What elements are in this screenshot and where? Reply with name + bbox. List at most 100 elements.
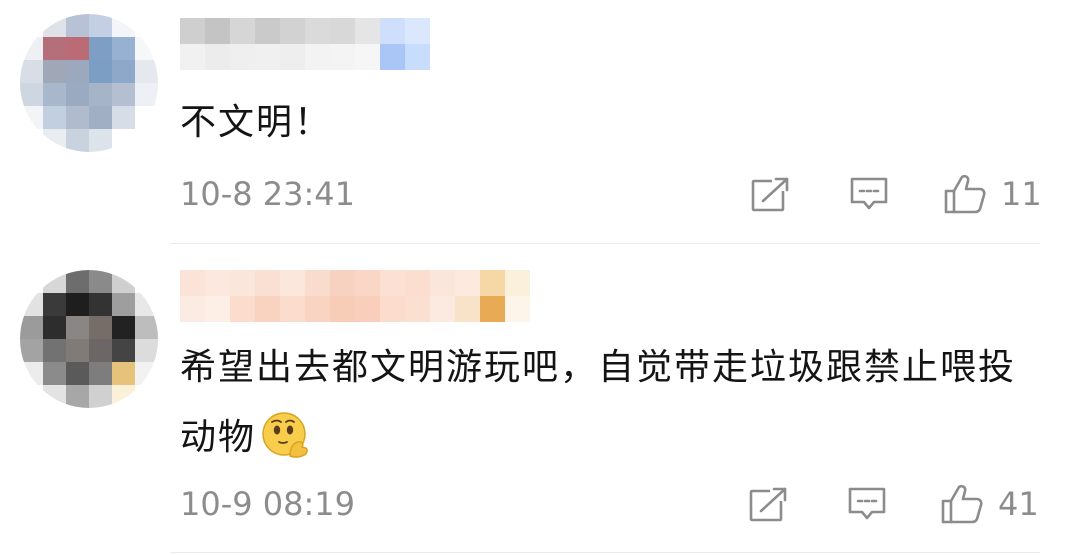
like-count: 11: [1001, 175, 1042, 213]
mosaic-pixel: [205, 44, 230, 70]
comment-meta-row: 10-9 08:19 41: [180, 484, 1039, 524]
mosaic-pixel: [505, 296, 530, 322]
like-count: 41: [998, 485, 1039, 523]
mosaic-pixel: [112, 270, 135, 293]
mosaic-pixel: [280, 18, 305, 44]
reply-icon: [850, 177, 888, 210]
mosaic-pixel: [455, 296, 480, 322]
mosaic-pixel: [112, 106, 135, 129]
mosaic-pixel: [330, 44, 355, 70]
comment-divider: [170, 552, 1040, 553]
mosaic-pixel: [135, 14, 158, 37]
mosaic-pixel: [20, 339, 43, 362]
mosaic-pixel: [66, 14, 89, 37]
mosaic-pixel: [66, 37, 89, 60]
mosaic-pixel: [135, 37, 158, 60]
mosaic-pixel: [89, 14, 112, 37]
comment-text: 希望出去都文明游玩吧，自觉带走垃圾跟禁止喂投动物: [180, 333, 1030, 473]
mosaic-pixel: [180, 44, 205, 70]
mosaic-pixel: [135, 362, 158, 385]
comment-timestamp: 10-9 08:19: [180, 485, 356, 523]
mosaic-pixel: [112, 129, 135, 152]
username-blurred[interactable]: [180, 18, 430, 70]
mosaic-pixel: [135, 385, 158, 408]
mosaic-pixel: [355, 44, 380, 70]
mosaic-pixel: [380, 296, 405, 322]
mosaic-pixel: [89, 37, 112, 60]
mosaic-pixel: [89, 60, 112, 83]
mosaic-pixel: [330, 18, 355, 44]
mosaic-pixel: [180, 296, 205, 322]
comment-timestamp: 10-8 23:41: [180, 175, 356, 213]
reply-button[interactable]: [847, 484, 887, 524]
comment-item: 不文明！ 10-8 23:41 11: [0, 0, 1080, 243]
mosaic-pixel: [230, 270, 255, 296]
mosaic-pixel: [405, 44, 430, 70]
username-blurred[interactable]: [180, 270, 530, 322]
thinking-face-emoji: [260, 410, 310, 460]
thumbs-up-icon: [941, 484, 983, 524]
mosaic-pixel: [180, 18, 205, 44]
mosaic-pixel: [20, 37, 43, 60]
mosaic-pixel: [89, 362, 112, 385]
mosaic-pixel: [505, 270, 530, 296]
share-button[interactable]: [748, 484, 790, 524]
mosaic-pixel: [43, 14, 66, 37]
mosaic-pixel: [43, 60, 66, 83]
mosaic-pixel: [89, 339, 112, 362]
mosaic-pixel: [43, 270, 66, 293]
mosaic-pixel: [112, 316, 135, 339]
mosaic-pixel: [66, 293, 89, 316]
share-button[interactable]: [750, 174, 792, 214]
mosaic-pixel: [230, 18, 255, 44]
mosaic-pixel: [255, 18, 280, 44]
comment-meta-row: 10-8 23:41 11: [180, 174, 1042, 214]
mosaic-pixel: [135, 60, 158, 83]
mosaic-pixel: [280, 270, 305, 296]
mosaic-pixel: [66, 316, 89, 339]
mosaic-pixel: [66, 385, 89, 408]
mosaic-pixel: [20, 270, 43, 293]
mosaic-pixel: [355, 270, 380, 296]
mosaic-pixel: [135, 316, 158, 339]
reply-icon: [848, 487, 886, 520]
mosaic-pixel: [66, 129, 89, 152]
comment-divider: [170, 243, 1040, 244]
like-button[interactable]: 11: [943, 174, 1042, 214]
mosaic-pixel: [66, 60, 89, 83]
comment-text: 不文明！: [180, 88, 1030, 158]
avatar[interactable]: [20, 270, 158, 408]
mosaic-pixel: [135, 339, 158, 362]
like-button[interactable]: 41: [940, 484, 1039, 524]
mosaic-pixel: [20, 14, 43, 37]
mosaic-pixel: [66, 362, 89, 385]
mosaic-pixel: [480, 270, 505, 296]
mosaic-pixel: [380, 18, 405, 44]
reply-button[interactable]: [849, 174, 889, 214]
mosaic-pixel: [355, 296, 380, 322]
mosaic-pixel: [43, 293, 66, 316]
mosaic-pixel: [380, 270, 405, 296]
mosaic-pixel: [135, 106, 158, 129]
mosaic-pixel: [430, 296, 455, 322]
avatar[interactable]: [20, 14, 158, 152]
mosaic-pixel: [205, 296, 230, 322]
mosaic-pixel: [43, 385, 66, 408]
mosaic-pixel: [20, 316, 43, 339]
mosaic-pixel: [20, 106, 43, 129]
mosaic-pixel: [230, 296, 255, 322]
mosaic-pixel: [305, 44, 330, 70]
mosaic-pixel: [255, 44, 280, 70]
comment-feed: 不文明！ 10-8 23:41 11 希望出去都文明游玩吧，自觉带走垃圾跟禁止喂…: [0, 0, 1080, 555]
mosaic-pixel: [180, 270, 205, 296]
mosaic-pixel: [43, 339, 66, 362]
mosaic-pixel: [112, 37, 135, 60]
mosaic-pixel: [112, 14, 135, 37]
mosaic-pixel: [405, 270, 430, 296]
mosaic-pixel: [280, 296, 305, 322]
mosaic-pixel: [43, 106, 66, 129]
mosaic-pixel: [66, 83, 89, 106]
mosaic-pixel: [89, 316, 112, 339]
mosaic-pixel: [135, 270, 158, 293]
mosaic-pixel: [66, 106, 89, 129]
